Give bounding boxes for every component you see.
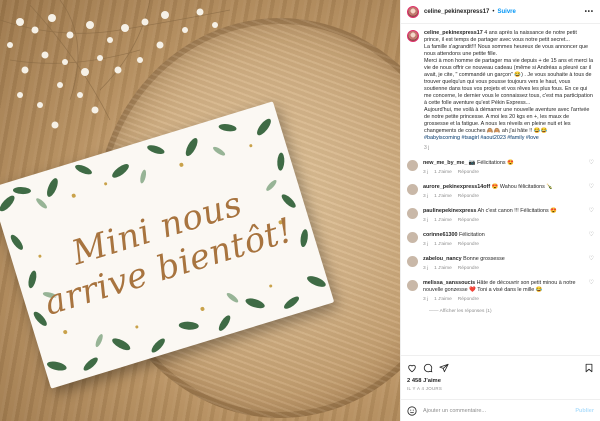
avatar[interactable] — [407, 184, 418, 195]
like-comment-icon[interactable]: ♡ — [589, 280, 594, 287]
reply-button[interactable]: Répondre — [458, 297, 479, 302]
like-comment-icon[interactable]: ♡ — [589, 232, 594, 239]
avatar[interactable] — [407, 5, 419, 18]
comment-time: 3 j — [423, 194, 429, 199]
comment-input[interactable]: Ajouter un commentaire... — [423, 408, 486, 414]
comment-username[interactable]: new_me_by_me_ — [423, 160, 467, 166]
caption-hashtags[interactable]: #babyiscoming #tsagirl #aout2023 #family… — [424, 135, 594, 142]
comment-text: Ah c'est canon !!! Félicitations 😍 — [477, 208, 557, 214]
reply-button[interactable]: Répondre — [458, 266, 479, 271]
comment-text: 📷 Félicitations 😍 — [468, 160, 514, 166]
like-comment-icon[interactable]: ♡ — [589, 256, 594, 263]
more-options-icon[interactable]: ••• — [585, 9, 594, 15]
emoji-icon[interactable] — [407, 405, 417, 416]
avatar[interactable] — [407, 280, 418, 291]
comment-likes[interactable]: 1 J'aime — [434, 297, 452, 302]
comment-likes[interactable]: 1 J'aime — [434, 170, 452, 175]
like-comment-icon[interactable]: ♡ — [589, 184, 594, 191]
posted-time: IL Y A 4 JOURS — [407, 386, 443, 391]
avatar[interactable] — [407, 256, 418, 267]
comment-time: 3 j — [423, 242, 429, 247]
reply-button[interactable]: Répondre — [458, 242, 479, 247]
comment-text: Bonne grossesse — [463, 256, 505, 262]
like-comment-icon[interactable]: ♡ — [589, 208, 594, 215]
comment-time: 3 j — [423, 218, 429, 223]
comment-username[interactable]: zabelou_nancy — [423, 256, 462, 262]
post-image[interactable]: Mini nous arrive bientôt! — [0, 0, 400, 421]
avatar[interactable] — [407, 208, 418, 219]
comment-time: 3 j — [423, 297, 429, 302]
comment-username[interactable]: aurore_pekinexpress14off — [423, 184, 490, 190]
comment-likes[interactable]: 1 J'aime — [434, 194, 452, 199]
like-comment-icon[interactable]: ♡ — [589, 160, 594, 167]
post-header: celine_pekinexpress17 • Suivre ••• — [401, 0, 600, 24]
comment-likes[interactable]: 1 J'aime — [434, 266, 452, 271]
separator-dot: • — [492, 8, 495, 15]
comment-item: paulinepekinexpress Ah c'est canon !!! F… — [407, 208, 594, 224]
comment-likes[interactable]: 1 J'aime — [434, 218, 452, 223]
post-sidebar: celine_pekinexpress17 • Suivre ••• celin… — [400, 0, 600, 421]
caption: celine_pekinexpress17 4 ans après la nai… — [407, 30, 594, 152]
comment-username[interactable]: paulinepekinexpress — [423, 208, 476, 214]
heart-icon[interactable] — [407, 363, 417, 373]
caption-text-4: Aujourd'hui, me voilà à démarrer une nou… — [424, 107, 590, 134]
username-link[interactable]: celine_pekinexpress17 — [424, 9, 489, 15]
follow-button[interactable]: Suivre — [498, 9, 516, 15]
comment-item: melissa_sanssoucis Hâte de découvrir son… — [407, 280, 594, 303]
comment-item: aurore_pekinexpress14off 😍 Wahou félicit… — [407, 184, 594, 200]
comment-icon[interactable] — [423, 363, 433, 373]
caption-username[interactable]: celine_pekinexpress17 — [424, 30, 483, 36]
avatar[interactable] — [407, 160, 418, 171]
view-replies-link[interactable]: —— Afficher les réponses (1) — [429, 309, 594, 314]
action-bar: 2 458 J'aime IL Y A 4 JOURS — [401, 355, 600, 391]
avatar[interactable] — [407, 232, 418, 243]
add-comment-bar: Ajouter un commentaire... Publier — [401, 399, 600, 421]
comment-username[interactable]: corinne61300 — [423, 232, 457, 238]
comment-username[interactable]: melissa_sanssoucis — [423, 280, 475, 286]
comment-time: 3 j — [423, 266, 429, 271]
caption-text-3: Merci à mon homme de partager ma vie dep… — [424, 58, 594, 106]
comment-text: 😍 Wahou félicitations 🍾 — [491, 184, 554, 190]
comment-time: 3 j — [423, 170, 429, 175]
reply-button[interactable]: Répondre — [458, 170, 479, 175]
comment-text: Félicitation — [458, 232, 485, 238]
reply-button[interactable]: Répondre — [458, 218, 479, 223]
comment-item: corinne61300 Félicitation 3 j 1 J'aime Rép… — [407, 232, 594, 248]
comment-item: zabelou_nancy Bonne grossesse 3 j 1 J'aim… — [407, 256, 594, 272]
comment-likes[interactable]: 1 J'aime — [434, 242, 452, 247]
comments-section[interactable]: celine_pekinexpress17 4 ans après la nai… — [401, 24, 600, 355]
reply-button[interactable]: Répondre — [458, 194, 479, 199]
likes-count[interactable]: 2 458 J'aime — [407, 378, 594, 384]
comment-item: new_me_by_me_ 📷 Félicitations 😍 3 j 1 J'a… — [407, 160, 594, 176]
bookmark-icon[interactable] — [584, 363, 594, 373]
publish-button[interactable]: Publier — [575, 408, 594, 414]
avatar[interactable] — [407, 30, 419, 42]
caption-time: 3 j — [424, 145, 430, 151]
share-icon[interactable] — [439, 363, 449, 373]
caption-text-2: La famille s'agrandit!!! Nous sommes heu… — [424, 44, 589, 57]
